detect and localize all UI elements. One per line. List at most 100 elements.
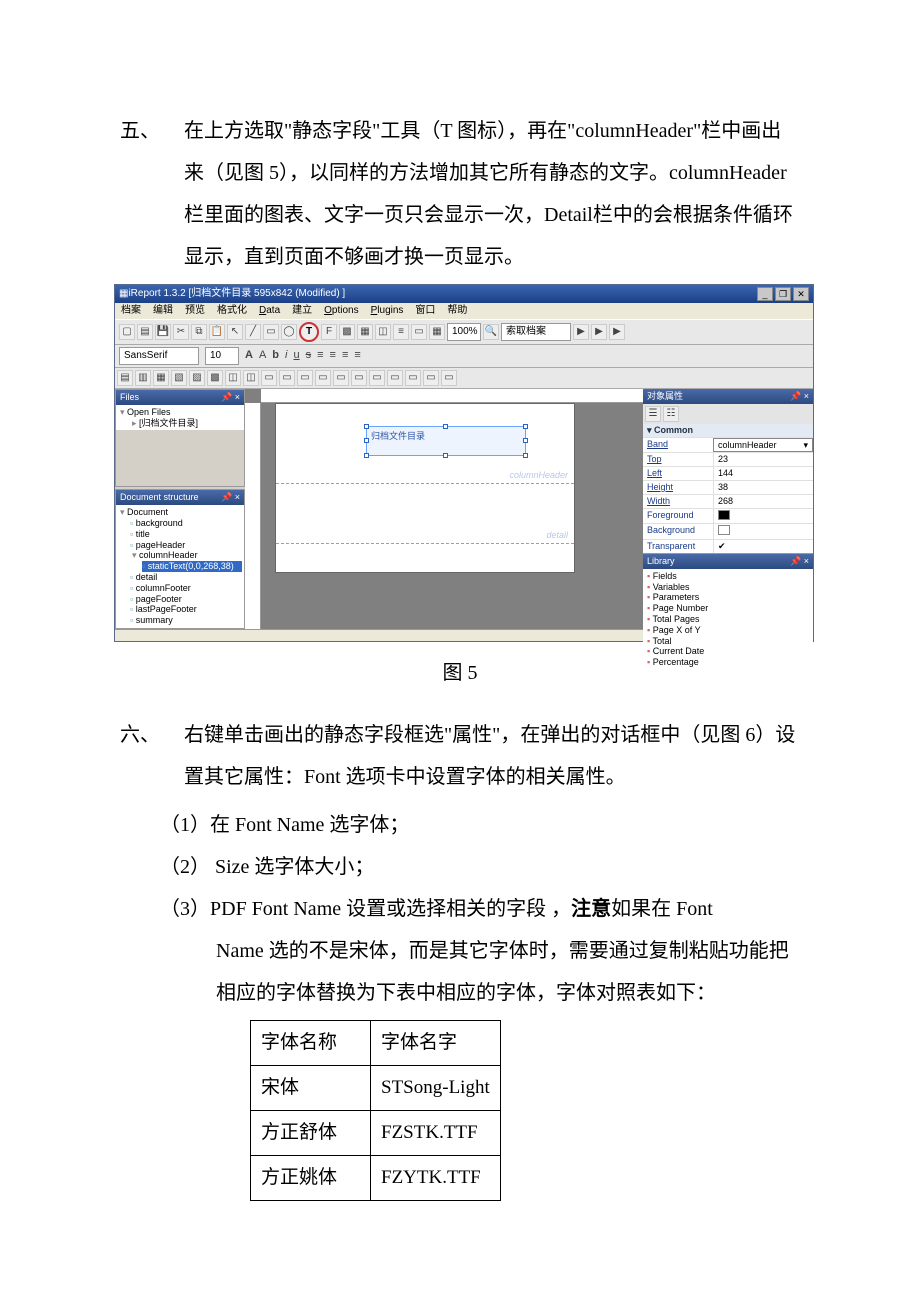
prop-foreground[interactable]: Foreground xyxy=(643,508,813,524)
panel-pin-icon[interactable]: 📌 xyxy=(790,391,809,402)
menu-file[interactable]: 档案 xyxy=(121,305,141,317)
lib-totalpages[interactable]: Total Pages xyxy=(645,614,811,625)
menu-build[interactable]: 建立 xyxy=(292,305,312,317)
align-tool-icon[interactable]: ▭ xyxy=(369,370,385,386)
chart-icon[interactable]: ◫ xyxy=(375,324,391,340)
align-tool-icon[interactable]: ▭ xyxy=(423,370,439,386)
structure-columnfooter[interactable]: columnFooter xyxy=(130,583,242,594)
menu-options[interactable]: Options xyxy=(324,305,358,317)
prop-band[interactable]: BandcolumnHeader▾ xyxy=(643,437,813,453)
font-size-select[interactable]: 10 xyxy=(205,347,239,365)
open-files-root[interactable]: Open Files xyxy=(118,407,242,418)
align-tool-icon[interactable]: ▭ xyxy=(405,370,421,386)
align-tool-icon[interactable]: ▥ xyxy=(135,370,151,386)
new-icon[interactable]: ▢ xyxy=(119,324,135,340)
line-icon[interactable]: ╱ xyxy=(245,324,261,340)
crosstab-icon[interactable]: ▦ xyxy=(429,324,445,340)
align-right-icon[interactable]: ≡ xyxy=(342,349,348,362)
structure-title[interactable]: title xyxy=(130,529,242,540)
zoom-select[interactable]: 100% xyxy=(447,323,481,341)
menu-help[interactable]: 帮助 xyxy=(447,305,467,317)
menu-format[interactable]: 格式化 xyxy=(217,305,247,317)
structure-background[interactable]: background xyxy=(130,518,242,529)
copy-icon[interactable]: ⧉ xyxy=(191,324,207,340)
align-tool-icon[interactable]: ◫ xyxy=(243,370,259,386)
textfield-icon[interactable]: F xyxy=(321,324,337,340)
underline-icon[interactable]: u xyxy=(293,349,299,362)
align-tool-icon[interactable]: ▭ xyxy=(315,370,331,386)
prop-top[interactable]: Top23 xyxy=(643,452,813,466)
strike-icon[interactable]: s xyxy=(306,349,312,362)
lib-parameters[interactable]: Parameters xyxy=(645,592,811,603)
align-tool-icon[interactable]: ▭ xyxy=(387,370,403,386)
panel-pin-icon[interactable]: 📌 xyxy=(221,392,240,403)
panel-pin-icon[interactable]: 📌 xyxy=(221,492,240,503)
static-text-element[interactable]: 归档文件目录 xyxy=(366,426,526,456)
props-cat-icon[interactable]: ☷ xyxy=(663,406,679,422)
align-center-icon[interactable]: ≡ xyxy=(330,349,336,362)
lib-currentdate[interactable]: Current Date xyxy=(645,646,811,657)
close-button[interactable]: ✕ xyxy=(793,287,809,301)
lib-percentage[interactable]: Percentage xyxy=(645,657,811,668)
search-input[interactable]: 索取档案 xyxy=(501,323,571,341)
band-columnheader[interactable]: 归档文件目录 columnHeader xyxy=(276,404,574,484)
align-justify-icon[interactable]: ≡ xyxy=(354,349,360,362)
prop-transparent[interactable]: Transparent✔ xyxy=(643,539,813,553)
minimize-button[interactable]: _ xyxy=(757,287,773,301)
align-tool-icon[interactable]: ▧ xyxy=(171,370,187,386)
report-page[interactable]: 归档文件目录 columnHeader detail xyxy=(275,403,575,573)
menu-data[interactable]: Data xyxy=(259,305,280,317)
cut-icon[interactable]: ✂ xyxy=(173,324,189,340)
search-go-icon[interactable]: ▶ xyxy=(573,324,589,340)
align-tool-icon[interactable]: ▦ xyxy=(153,370,169,386)
menu-preview[interactable]: 预览 xyxy=(185,305,205,317)
structure-document[interactable]: Document xyxy=(118,507,242,518)
subreport-icon[interactable]: ▦ xyxy=(357,324,373,340)
lib-variables[interactable]: Variables xyxy=(645,582,811,593)
align-tool-icon[interactable]: ▭ xyxy=(441,370,457,386)
lib-fields[interactable]: Fields xyxy=(645,571,811,582)
rect-icon[interactable]: ▭ xyxy=(263,324,279,340)
maximize-button[interactable]: ❐ xyxy=(775,287,791,301)
menu-window[interactable]: 窗口 xyxy=(415,305,435,317)
font-decrease-icon[interactable]: A xyxy=(259,349,266,362)
prop-height[interactable]: Height38 xyxy=(643,480,813,494)
band-detail[interactable]: detail xyxy=(276,484,574,544)
run-icon[interactable]: ▶ xyxy=(591,324,607,340)
align-tool-icon[interactable]: ▤ xyxy=(117,370,133,386)
align-tool-icon[interactable]: ▨ xyxy=(189,370,205,386)
bold-icon[interactable]: b xyxy=(272,349,279,362)
panel-pin-icon[interactable]: 📌 xyxy=(790,556,809,567)
run2-icon[interactable]: ▶ xyxy=(609,324,625,340)
align-tool-icon[interactable]: ▭ xyxy=(261,370,277,386)
align-left-icon[interactable]: ≡ xyxy=(317,349,323,362)
open-file-item[interactable]: [归档文件目录] xyxy=(130,418,242,429)
structure-summary[interactable]: summary xyxy=(130,615,242,626)
save-icon[interactable]: 💾 xyxy=(155,324,171,340)
open-icon[interactable]: ▤ xyxy=(137,324,153,340)
lib-pagexofy[interactable]: Page X of Y xyxy=(645,625,811,636)
menu-edit[interactable]: 编辑 xyxy=(153,305,173,317)
font-increase-icon[interactable]: A xyxy=(245,349,253,362)
lib-total[interactable]: Total xyxy=(645,636,811,647)
italic-icon[interactable]: i xyxy=(285,349,287,362)
menu-plugins[interactable]: Plugins xyxy=(371,305,404,317)
align-tool-icon[interactable]: ▩ xyxy=(207,370,223,386)
barcode-icon[interactable]: ≡ xyxy=(393,324,409,340)
align-tool-icon[interactable]: ▭ xyxy=(279,370,295,386)
structure-lastpagefooter[interactable]: lastPageFooter xyxy=(130,604,242,615)
static-text-tool-icon[interactable]: T xyxy=(299,322,319,342)
align-tool-icon[interactable]: ▭ xyxy=(333,370,349,386)
props-sort-icon[interactable]: ☰ xyxy=(645,406,661,422)
structure-detail[interactable]: detail xyxy=(130,572,242,583)
align-tool-icon[interactable]: ▭ xyxy=(297,370,313,386)
frame-icon[interactable]: ▭ xyxy=(411,324,427,340)
zoomin-icon[interactable]: 🔍 xyxy=(483,324,499,340)
align-tool-icon[interactable]: ▭ xyxy=(351,370,367,386)
structure-static-text[interactable]: staticText(0,0,268,38) xyxy=(142,561,242,572)
paste-icon[interactable]: 📋 xyxy=(209,324,225,340)
structure-pagefooter[interactable]: pageFooter xyxy=(130,594,242,605)
prop-background[interactable]: Background xyxy=(643,523,813,539)
lib-pagenumber[interactable]: Page Number xyxy=(645,603,811,614)
align-tool-icon[interactable]: ◫ xyxy=(225,370,241,386)
